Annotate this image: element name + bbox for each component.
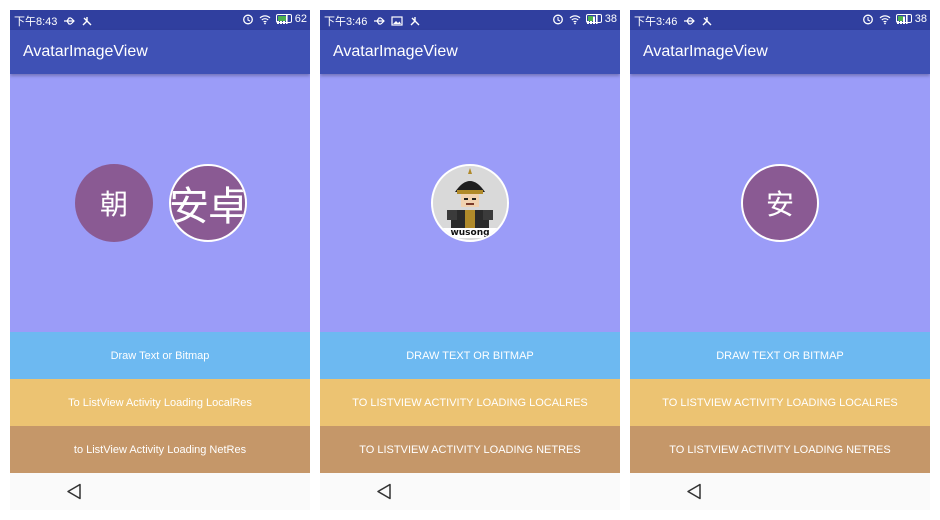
listview-netres-button[interactable]: TO LISTVIEW ACTIVITY LOADING NETRES xyxy=(630,426,930,473)
avatar-canvas: wusong xyxy=(320,74,620,332)
app-bar: AvatarImageView xyxy=(630,30,930,74)
usb-icon xyxy=(374,17,386,25)
status-time: 下午8:43 xyxy=(14,16,58,28)
phone-screen-2: 下午3:46 38 AvatarImageView wusong DRAW TE… xyxy=(320,10,620,510)
battery-icon xyxy=(896,14,912,23)
navigation-bar xyxy=(10,473,310,510)
debug-icon xyxy=(82,17,92,26)
draw-text-or-bitmap-button[interactable]: Draw Text or Bitmap xyxy=(10,332,310,379)
debug-icon xyxy=(410,17,420,26)
avatar-label: 安 xyxy=(765,189,794,220)
status-bar: 下午8:43 62 xyxy=(10,10,310,30)
app-title: AvatarImageView xyxy=(333,43,458,60)
battery-icon xyxy=(586,14,602,23)
battery-level: 62 xyxy=(294,13,307,25)
app-bar: AvatarImageView xyxy=(320,30,620,74)
alarm-icon xyxy=(553,14,563,25)
back-icon[interactable] xyxy=(376,483,392,500)
listview-localres-button[interactable]: TO LISTVIEW ACTIVITY LOADING LOCALRES xyxy=(630,379,930,426)
listview-netres-button[interactable]: to ListView Activity Loading NetRes xyxy=(10,426,310,473)
wifi-icon xyxy=(879,15,891,25)
avatar-canvas: 朝 安卓 xyxy=(10,74,310,332)
avatar-label: 安卓 xyxy=(169,185,247,229)
avatar-text[interactable]: 安 xyxy=(741,164,819,242)
alarm-icon xyxy=(863,14,873,25)
listview-localres-button[interactable]: To ListView Activity Loading LocalRes xyxy=(10,379,310,426)
draw-text-or-bitmap-button[interactable]: DRAW TEXT OR BITMAP xyxy=(320,332,620,379)
app-title: AvatarImageView xyxy=(23,43,148,60)
battery-icon xyxy=(276,14,292,23)
image-icon xyxy=(391,16,404,26)
avatar-bitmap[interactable]: wusong xyxy=(431,164,509,242)
status-time: 下午3:46 xyxy=(634,16,678,28)
status-bar: 下午3:46 38 xyxy=(630,10,930,30)
draw-text-or-bitmap-button[interactable]: DRAW TEXT OR BITMAP xyxy=(630,332,930,379)
debug-icon xyxy=(702,17,712,26)
status-time: 下午3:46 xyxy=(324,16,368,28)
battery-level: 38 xyxy=(914,13,927,25)
phone-screen-3: 下午3:46 38 AvatarImageView 安 DRAW TEXT OR… xyxy=(630,10,930,510)
alarm-icon xyxy=(243,14,253,25)
battery-level: 38 xyxy=(604,13,617,25)
avatar-canvas: 安 xyxy=(630,74,930,332)
wifi-icon xyxy=(569,15,581,25)
back-icon[interactable] xyxy=(686,483,702,500)
listview-netres-button[interactable]: TO LISTVIEW ACTIVITY LOADING NETRES xyxy=(320,426,620,473)
avatar-text-1[interactable]: 朝 xyxy=(75,164,153,242)
avatar-label: 朝 xyxy=(99,189,128,220)
app-title: AvatarImageView xyxy=(643,43,768,60)
status-bar: 下午3:46 38 xyxy=(320,10,620,30)
app-bar: AvatarImageView xyxy=(10,30,310,74)
usb-icon xyxy=(64,17,76,25)
usb-icon xyxy=(684,17,696,25)
phone-screen-1: 下午8:43 62 AvatarImageView 朝 安卓 Draw Text… xyxy=(10,10,310,510)
wifi-icon xyxy=(259,15,271,25)
listview-localres-button[interactable]: TO LISTVIEW ACTIVITY LOADING LOCALRES xyxy=(320,379,620,426)
back-icon[interactable] xyxy=(66,483,82,500)
navigation-bar xyxy=(320,473,620,510)
avatar-bitmap-caption: wusong xyxy=(450,228,490,238)
avatar-text-2[interactable]: 安卓 xyxy=(169,164,247,242)
navigation-bar xyxy=(630,473,930,510)
